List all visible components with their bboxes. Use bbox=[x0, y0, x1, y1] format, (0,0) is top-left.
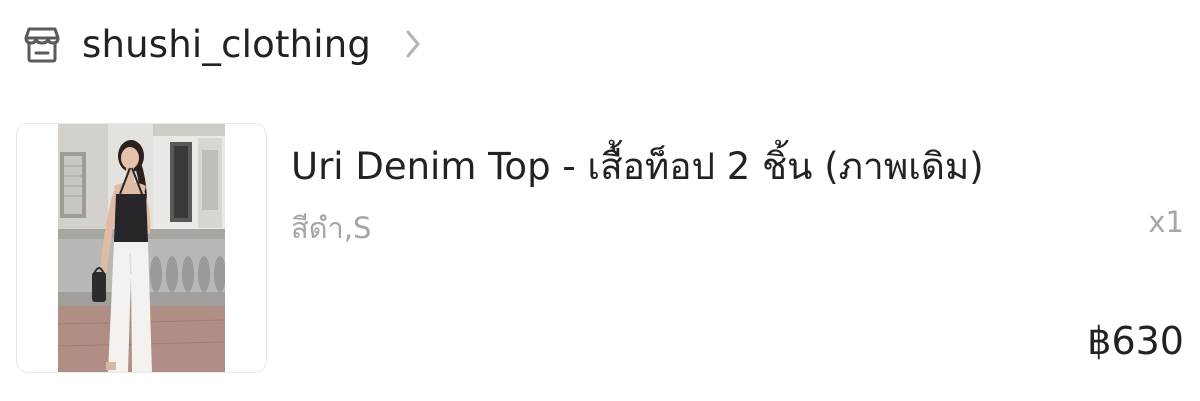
shop-name[interactable]: shushi_clothing bbox=[82, 23, 371, 66]
chevron-right-icon[interactable] bbox=[405, 29, 421, 59]
shop-header[interactable]: shushi_clothing bbox=[20, 18, 421, 70]
store-icon bbox=[24, 27, 60, 63]
order-item-card: shushi_clothing Uri Denim Top - เสื้อท็อ… bbox=[0, 0, 1200, 401]
product-title[interactable]: Uri Denim Top - เสื้อท็อป 2 ชิ้น (ภาพเดิ… bbox=[291, 137, 984, 196]
product-quantity: x1 bbox=[1148, 205, 1184, 239]
product-photo bbox=[58, 124, 225, 372]
product-thumbnail[interactable] bbox=[16, 123, 267, 373]
product-variant: สีดำ,S bbox=[291, 211, 372, 245]
product-row[interactable]: Uri Denim Top - เสื้อท็อป 2 ชิ้น (ภาพเดิ… bbox=[16, 123, 1184, 373]
product-price: ฿630 bbox=[1087, 319, 1184, 363]
